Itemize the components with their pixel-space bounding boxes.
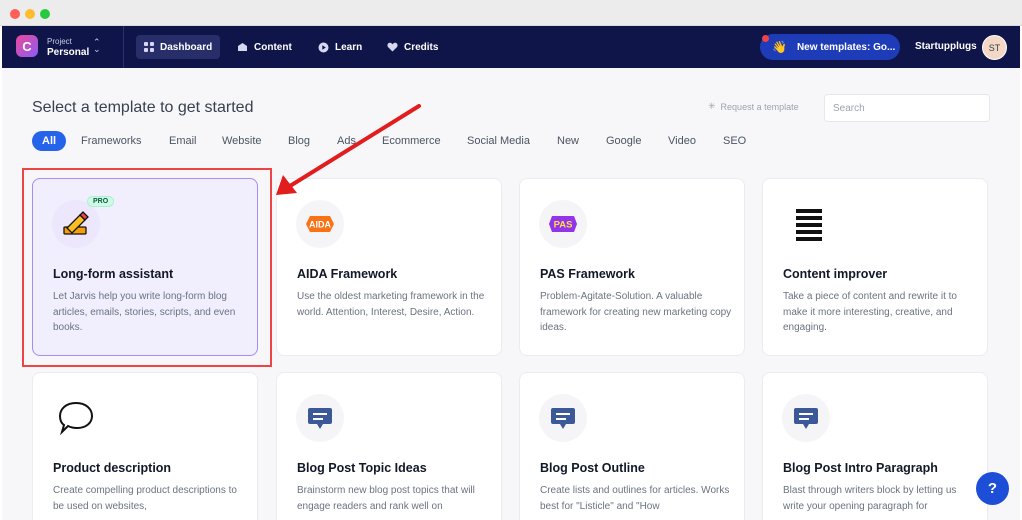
annotation-arrow [276,104,421,195]
help-button[interactable]: ? [976,472,1009,505]
